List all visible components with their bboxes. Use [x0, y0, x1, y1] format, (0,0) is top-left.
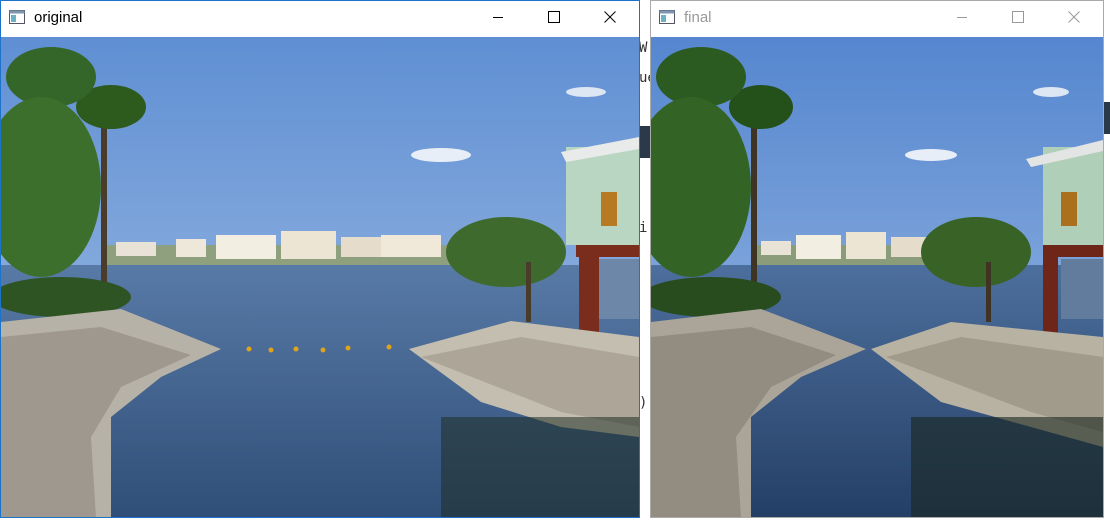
close-button[interactable] [1051, 1, 1097, 33]
title-bar[interactable]: original [1, 1, 639, 37]
minimize-button[interactable] [475, 1, 521, 33]
close-icon [604, 11, 616, 23]
window-title: final [684, 9, 712, 26]
close-icon [1068, 11, 1080, 23]
background-text-fragment: W [639, 40, 648, 56]
window-title: original [34, 9, 83, 26]
minimize-icon [493, 17, 503, 18]
maximize-button[interactable] [995, 1, 1041, 33]
maximize-icon [548, 11, 560, 23]
background-window-band [1103, 102, 1110, 134]
minimize-icon [957, 17, 967, 18]
background-window-strip-right [1103, 0, 1110, 522]
window-app-icon [659, 10, 675, 24]
maximize-icon [1012, 11, 1024, 23]
lake-photo [1, 37, 639, 517]
image-canvas [651, 37, 1103, 517]
lake-photo [651, 37, 1103, 517]
window-original[interactable]: original [0, 0, 640, 518]
minimize-button[interactable] [939, 1, 985, 33]
image-canvas [1, 37, 639, 517]
close-button[interactable] [587, 1, 633, 33]
background-text-fragment: ) [639, 395, 648, 411]
background-text-fragment: i [639, 220, 648, 236]
maximize-button[interactable] [531, 1, 577, 33]
title-bar[interactable]: final [651, 1, 1103, 37]
window-app-icon [9, 10, 25, 24]
window-final[interactable]: final [650, 0, 1104, 518]
